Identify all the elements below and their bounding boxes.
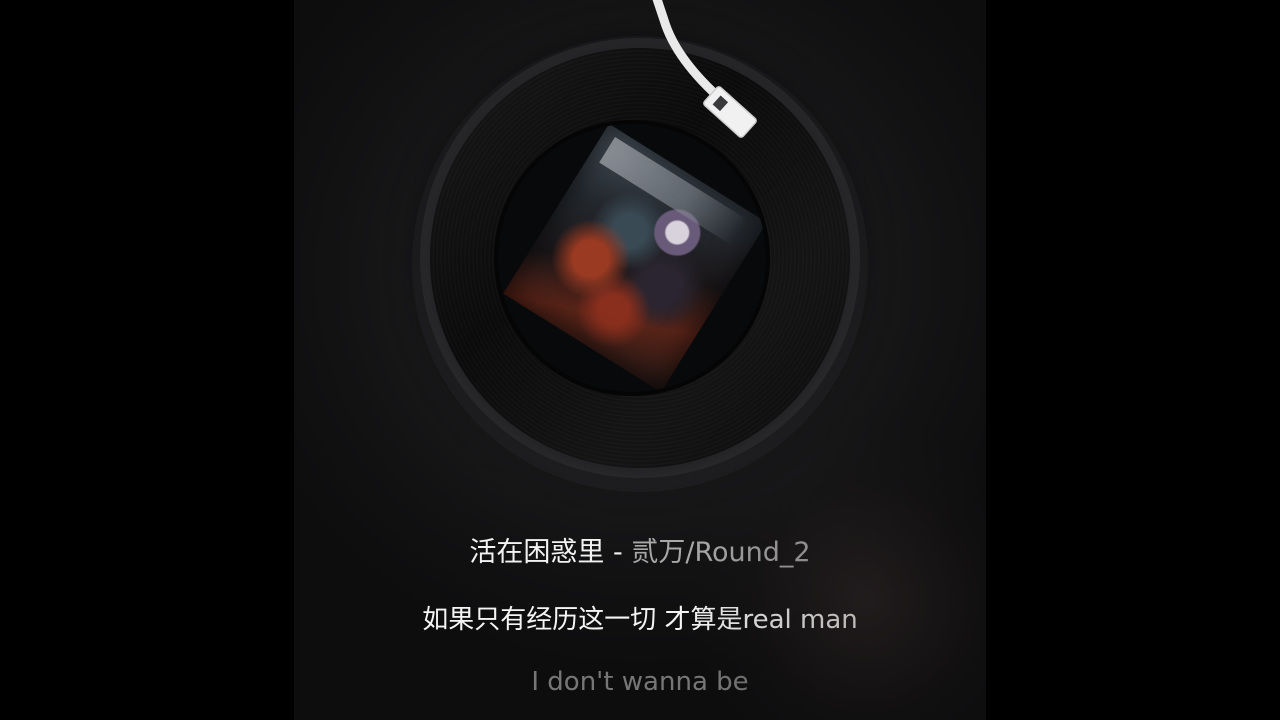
track-info: 活在困惑里 - 贰万/Round_2 — [294, 530, 986, 576]
album-cover[interactable] — [498, 124, 766, 392]
music-player-panel: 活在困惑里 - 贰万/Round_2 如果只有经历这一切 才算是real man… — [294, 0, 986, 720]
lyric-next-line: I don't wanna be — [531, 667, 749, 694]
song-title: 活在困惑里 — [469, 537, 605, 568]
album-cover-art — [503, 124, 766, 392]
tonearm-icon[interactable] — [634, 0, 794, 150]
title-separator: - — [604, 537, 632, 568]
lyric-current-line: 如果只有经历这一切 才算是real man — [422, 605, 858, 635]
artist-name[interactable]: 贰万/Round_2 — [631, 537, 810, 568]
screen: 活在困惑里 - 贰万/Round_2 如果只有经历这一切 才算是real man… — [0, 0, 1280, 720]
